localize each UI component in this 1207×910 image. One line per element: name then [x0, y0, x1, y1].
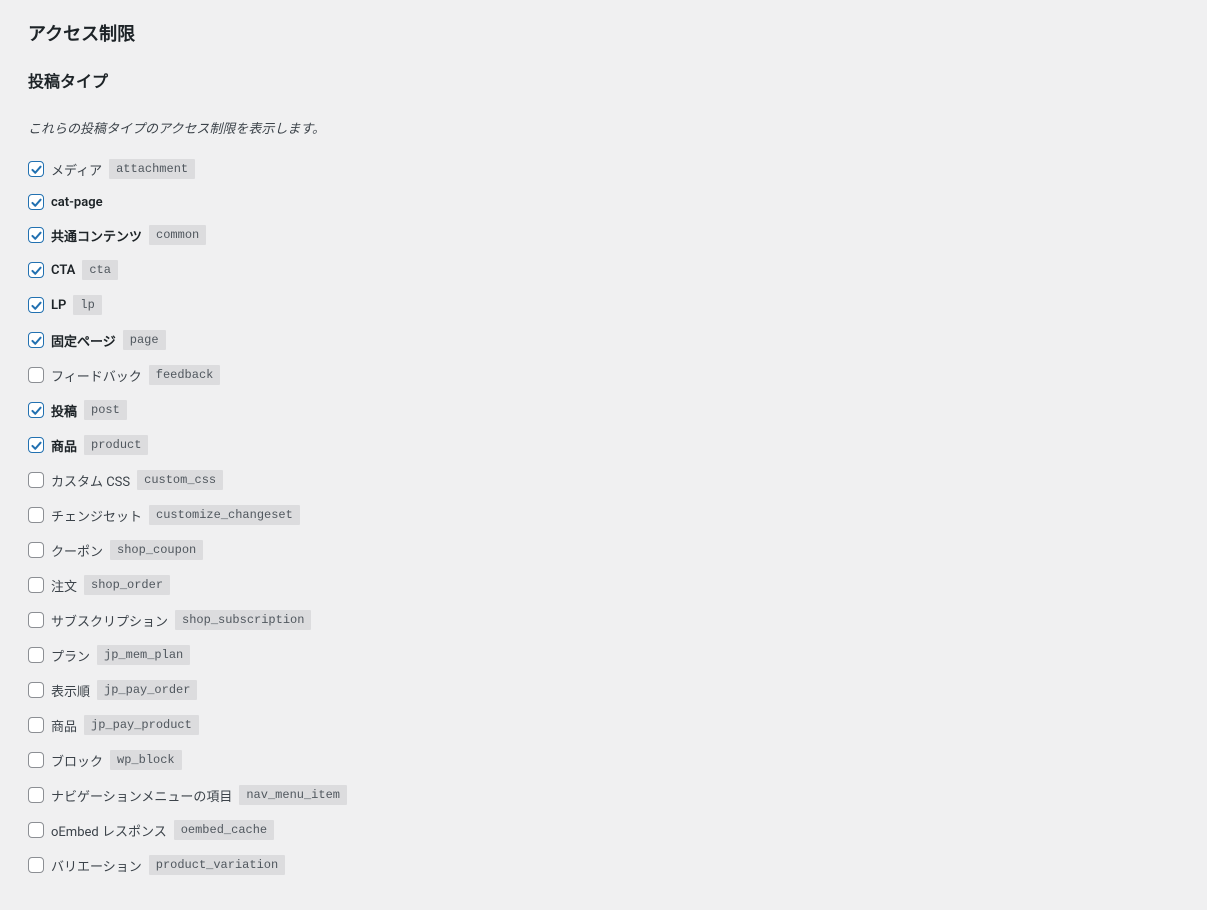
post-type-slug: feedback: [149, 365, 221, 385]
post-type-slug: customize_changeset: [149, 505, 300, 525]
checkbox-row: ナビゲーションメニューの項目 nav_menu_item: [28, 785, 1179, 805]
post-type-slug: jp_pay_order: [97, 680, 197, 700]
checkbox[interactable]: [28, 647, 44, 663]
post-type-slug: shop_subscription: [175, 610, 311, 630]
checkbox[interactable]: [28, 507, 44, 523]
checkbox-label[interactable]: 固定ページ: [51, 331, 116, 350]
checkbox-label[interactable]: ブロック: [51, 751, 103, 770]
post-type-slug: lp: [73, 295, 101, 315]
checkbox[interactable]: [28, 612, 44, 628]
checkbox[interactable]: [28, 194, 44, 210]
checkbox-label[interactable]: 商品: [51, 436, 77, 455]
post-type-slug: oembed_cache: [174, 820, 274, 840]
checkbox-row: 商品 product: [28, 435, 1179, 455]
checkbox[interactable]: [28, 717, 44, 733]
checkbox-row: クーポン shop_coupon: [28, 540, 1179, 560]
checkbox-row: LP lp: [28, 295, 1179, 315]
checkbox[interactable]: [28, 367, 44, 383]
checkbox-row: メディア attachment: [28, 159, 1179, 179]
section-title: アクセス制限: [28, 20, 1179, 46]
checkbox[interactable]: [28, 227, 44, 243]
checkbox-row: バリエーション product_variation: [28, 855, 1179, 875]
checkbox-row: ブロック wp_block: [28, 750, 1179, 770]
checkbox-row: 固定ページ page: [28, 330, 1179, 350]
checkbox[interactable]: [28, 262, 44, 278]
post-type-slug: shop_order: [84, 575, 170, 595]
checkbox-row: プラン jp_mem_plan: [28, 645, 1179, 665]
post-type-slug: product: [84, 435, 148, 455]
checkbox-label[interactable]: 表示順: [51, 681, 90, 700]
checkbox[interactable]: [28, 472, 44, 488]
checkbox-label[interactable]: プラン: [51, 646, 90, 665]
checkbox-row: 投稿 post: [28, 400, 1179, 420]
checkbox[interactable]: [28, 297, 44, 313]
post-type-list: メディア attachment cat-page 共通コンテンツ common CTA ct…: [28, 159, 1179, 875]
post-type-slug: wp_block: [110, 750, 182, 770]
checkbox-row: 表示順 jp_pay_order: [28, 680, 1179, 700]
post-type-slug: attachment: [109, 159, 195, 179]
checkbox-row: フィードバック feedback: [28, 365, 1179, 385]
checkbox-label[interactable]: cat-page: [51, 195, 103, 210]
section-subtitle: 投稿タイプ: [28, 68, 1179, 92]
checkbox-label[interactable]: チェンジセット: [51, 506, 142, 525]
checkbox-label[interactable]: oEmbed レスポンス: [51, 821, 167, 840]
checkbox[interactable]: [28, 822, 44, 838]
checkbox-label[interactable]: 商品: [51, 716, 77, 735]
checkbox-label[interactable]: 共通コンテンツ: [51, 226, 142, 245]
checkbox-label[interactable]: サブスクリプション: [51, 611, 168, 630]
checkbox-label[interactable]: 投稿: [51, 401, 77, 420]
post-type-slug: jp_pay_product: [84, 715, 199, 735]
post-type-slug: product_variation: [149, 855, 285, 875]
checkbox-row: カスタム CSS custom_css: [28, 470, 1179, 490]
checkbox-label[interactable]: CTA: [51, 263, 75, 278]
checkbox[interactable]: [28, 437, 44, 453]
post-type-slug: nav_menu_item: [239, 785, 347, 805]
checkbox[interactable]: [28, 752, 44, 768]
checkbox[interactable]: [28, 332, 44, 348]
checkbox-row: cat-page: [28, 194, 1179, 210]
post-type-slug: post: [84, 400, 127, 420]
checkbox-label[interactable]: メディア: [51, 160, 102, 179]
checkbox-row: oEmbed レスポンス oembed_cache: [28, 820, 1179, 840]
post-type-slug: cta: [82, 260, 118, 280]
checkbox-label[interactable]: ナビゲーションメニューの項目: [51, 786, 232, 805]
checkbox[interactable]: [28, 787, 44, 803]
checkbox[interactable]: [28, 161, 44, 177]
post-type-slug: shop_coupon: [110, 540, 203, 560]
post-type-slug: custom_css: [137, 470, 223, 490]
checkbox-label[interactable]: カスタム CSS: [51, 471, 130, 490]
checkbox[interactable]: [28, 577, 44, 593]
post-type-slug: jp_mem_plan: [97, 645, 190, 665]
section-description: これらの投稿タイプのアクセス制限を表示します。: [28, 118, 1179, 137]
checkbox-label[interactable]: LP: [51, 298, 66, 313]
checkbox-label[interactable]: バリエーション: [51, 856, 142, 875]
checkbox-label[interactable]: クーポン: [51, 541, 103, 560]
checkbox[interactable]: [28, 857, 44, 873]
checkbox[interactable]: [28, 682, 44, 698]
checkbox[interactable]: [28, 542, 44, 558]
post-type-slug: common: [149, 225, 206, 245]
checkbox-row: サブスクリプション shop_subscription: [28, 610, 1179, 630]
checkbox-row: チェンジセット customize_changeset: [28, 505, 1179, 525]
post-type-slug: page: [123, 330, 166, 350]
checkbox-row: 共通コンテンツ common: [28, 225, 1179, 245]
checkbox-row: 注文 shop_order: [28, 575, 1179, 595]
checkbox-label[interactable]: 注文: [51, 576, 77, 595]
checkbox-label[interactable]: フィードバック: [51, 366, 142, 385]
checkbox-row: 商品 jp_pay_product: [28, 715, 1179, 735]
checkbox-row: CTA cta: [28, 260, 1179, 280]
checkbox[interactable]: [28, 402, 44, 418]
